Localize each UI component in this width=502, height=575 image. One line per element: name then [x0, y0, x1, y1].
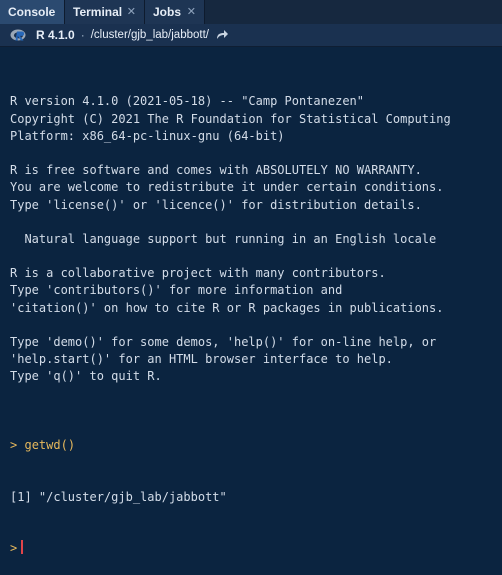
console-line: Copyright (C) 2021 The R Foundation for … [10, 111, 451, 126]
close-icon[interactable]: ✕ [187, 5, 196, 18]
console-line: You are welcome to redistribute it under… [10, 180, 444, 195]
startup-message: R version 4.1.0 (2021-05-18) -- "Camp Po… [10, 93, 502, 402]
tab-terminal[interactable]: Terminal ✕ [65, 0, 145, 24]
close-icon[interactable]: ✕ [127, 5, 136, 18]
arrow-forward-icon[interactable] [215, 29, 229, 41]
console-line: R is free software and comes with ABSOLU… [10, 163, 422, 178]
command-text: getwd() [24, 438, 76, 453]
command-line: > getwd() [10, 437, 502, 454]
input-line[interactable]: > [10, 540, 502, 557]
tab-console[interactable]: Console [0, 0, 65, 24]
r-logo-icon [10, 28, 28, 42]
prompt-symbol: > [10, 438, 18, 453]
console-line: 'help.start()' for an HTML browser inter… [10, 352, 393, 367]
console-path-bar: R 4.1.0 · /cluster/gjb_lab/jabbott/ [0, 24, 502, 47]
console-line: Type 'demo()' for some demos, 'help()' f… [10, 335, 437, 350]
tab-terminal-label: Terminal [73, 5, 123, 19]
r-version: R 4.1.0 [36, 28, 75, 42]
tab-jobs[interactable]: Jobs ✕ [145, 0, 205, 24]
console-line: 'citation()' on how to cite R or R packa… [10, 300, 444, 315]
console-line: R version 4.1.0 (2021-05-18) -- "Camp Po… [10, 94, 365, 109]
console-line: Platform: x86_64-pc-linux-gnu (64-bit) [10, 128, 285, 143]
pane-tab-bar: Console Terminal ✕ Jobs ✕ [0, 0, 502, 25]
console-line: Type 'q()' to quit R. [10, 369, 162, 384]
console-output[interactable]: R version 4.1.0 (2021-05-18) -- "Camp Po… [0, 47, 502, 555]
console-line: Type 'contributors()' for more informati… [10, 283, 343, 298]
console-line: Type 'license()' or 'licence()' for dist… [10, 197, 422, 212]
tab-jobs-label: Jobs [153, 5, 182, 19]
path-separator: · [80, 28, 85, 42]
console-line: R is a collaborative project with many c… [10, 266, 386, 281]
working-directory: /cluster/gjb_lab/jabbott/ [90, 29, 209, 41]
text-cursor [21, 540, 24, 555]
command-output: [1] "/cluster/gjb_lab/jabbott" [10, 489, 227, 504]
console-line: Natural language support but running in … [10, 231, 437, 246]
prompt-symbol: > [10, 541, 18, 556]
tab-console-label: Console [8, 5, 56, 19]
